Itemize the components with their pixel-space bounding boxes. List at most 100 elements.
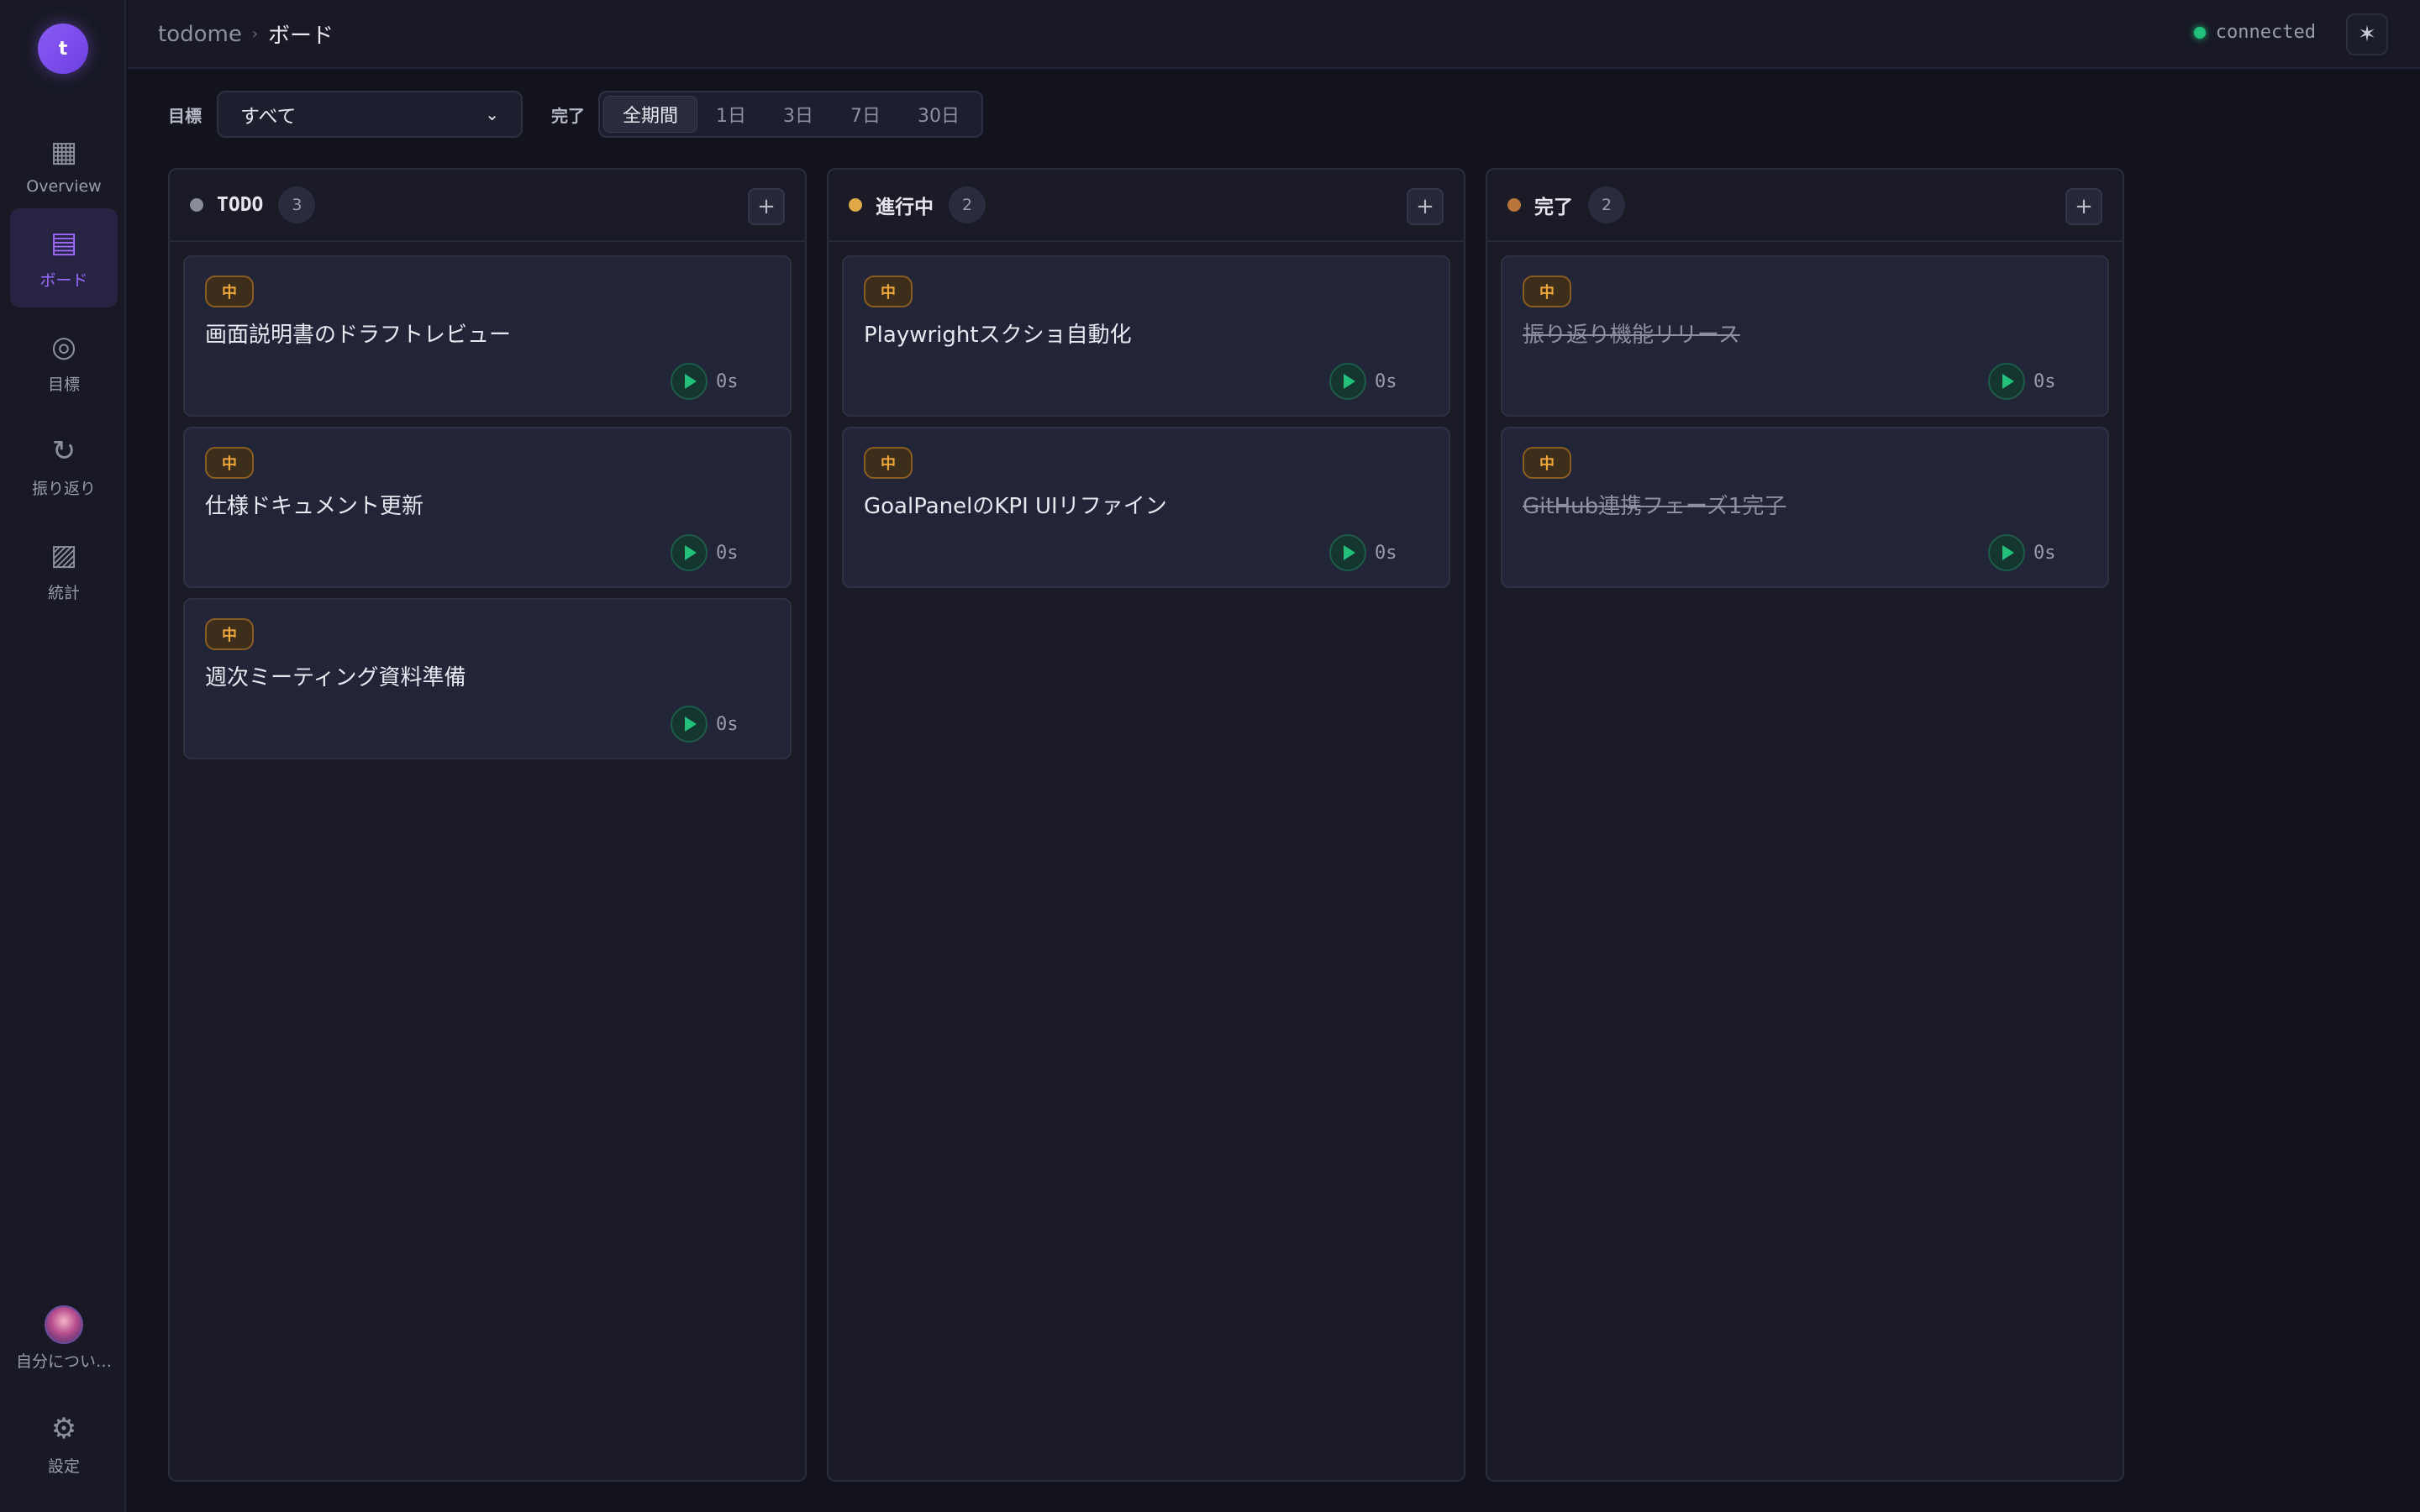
status-dot-icon — [2193, 26, 2206, 39]
elapsed-time: 0s — [2033, 542, 2056, 564]
sidebar-item-label: 統計 — [47, 583, 80, 602]
board-icon: ▤ — [50, 225, 78, 260]
stats-icon: ▨ — [50, 538, 78, 572]
refresh-icon: ↻ — [51, 433, 76, 468]
priority-badge: 中 — [864, 276, 913, 307]
task-card[interactable]: 中 画面説明書のドラフトレビュー 0s — [183, 255, 792, 417]
play-icon — [685, 374, 697, 389]
sidebar-item-label: Overview — [26, 177, 102, 196]
avatar — [45, 1305, 83, 1344]
elapsed-time: 0s — [716, 713, 739, 735]
column-count-badge: 3 — [278, 186, 316, 223]
elapsed-time: 0s — [2033, 370, 2056, 392]
task-timer: 0s — [1988, 363, 2056, 400]
sidebar: t ▦ Overview ▤ ボード ◎ 目標 ↻ 振り返り ▨ 統計 自分につ… — [0, 0, 126, 1512]
task-title: Playwrightスクショ自動化 — [864, 323, 1132, 348]
priority-badge: 中 — [205, 447, 254, 479]
goal-filter-value: すべて — [240, 106, 297, 128]
app-logo[interactable]: t — [38, 24, 88, 74]
play-button[interactable] — [1329, 534, 1366, 571]
task-title: GoalPanelのKPI UIリファイン — [864, 494, 1167, 519]
column-title: 完了 — [1534, 197, 1573, 218]
add-task-button[interactable]: + — [2065, 188, 2102, 225]
theme-toggle-button[interactable]: ✶ — [2346, 13, 2388, 55]
column-todo: TODO 3 + 中 画面説明書のドラフトレビュー 0s 中 仕様ドキュメント更… — [168, 168, 807, 1482]
column-status-dot-icon — [190, 198, 203, 212]
sun-icon: ✶ — [2358, 22, 2376, 47]
task-title: 週次ミーティング資料準備 — [205, 665, 466, 690]
goal-filter-select[interactable]: すべて ⌄ — [217, 91, 523, 138]
play-icon — [685, 545, 697, 560]
column-status-dot-icon — [1507, 198, 1521, 212]
task-card[interactable]: 中 振り返り機能リリース 0s — [1501, 255, 2109, 417]
task-card[interactable]: 中 週次ミーティング資料準備 0s — [183, 598, 792, 759]
play-button[interactable] — [1988, 363, 2025, 400]
goal-filter-label: 目標 — [168, 105, 202, 126]
breadcrumb: todome › ボード — [158, 18, 334, 50]
sidebar-item-label: 目標 — [47, 375, 80, 394]
period-option-all[interactable]: 全期間 — [603, 96, 698, 133]
task-timer: 0s — [671, 706, 739, 743]
period-option-1d[interactable]: 1日 — [697, 96, 765, 133]
play-button[interactable] — [1329, 363, 1366, 400]
play-button[interactable] — [671, 534, 708, 571]
play-button[interactable] — [1988, 534, 2025, 571]
play-icon — [2002, 545, 2014, 560]
task-card[interactable]: 中 GoalPanelのKPI UIリファイン 0s — [842, 427, 1450, 588]
sidebar-item-label: ボード — [39, 270, 88, 290]
period-option-3d[interactable]: 3日 — [765, 96, 832, 133]
priority-badge: 中 — [864, 447, 913, 479]
add-task-button[interactable]: + — [1407, 188, 1444, 225]
elapsed-time: 0s — [716, 542, 739, 564]
task-card[interactable]: 中 仕様ドキュメント更新 0s — [183, 427, 792, 588]
add-task-button[interactable]: + — [748, 188, 785, 225]
priority-badge: 中 — [205, 618, 254, 650]
play-icon — [2002, 374, 2014, 389]
task-card[interactable]: 中 Playwrightスクショ自動化 0s — [842, 255, 1450, 417]
column-title: 進行中 — [876, 197, 934, 218]
period-option-30d[interactable]: 30日 — [899, 96, 978, 133]
target-icon: ◎ — [51, 329, 76, 364]
breadcrumb-current: ボード — [268, 24, 334, 49]
play-icon — [1344, 374, 1355, 389]
plus-icon: + — [2075, 194, 2093, 219]
connection-status: connected — [2193, 22, 2316, 43]
sidebar-item-overview[interactable]: ▦ Overview — [10, 116, 118, 215]
column-count-badge: 2 — [949, 186, 986, 223]
priority-badge: 中 — [1523, 447, 1571, 479]
chevron-down-icon: ⌄ — [485, 104, 499, 124]
task-card[interactable]: 中 GitHub連携フェーズ1完了 0s — [1501, 427, 2109, 588]
gear-icon: ⚙ — [50, 1411, 77, 1446]
priority-badge: 中 — [1523, 276, 1571, 307]
sidebar-item-profile[interactable]: 自分につい… — [10, 1289, 118, 1388]
breadcrumb-separator: › — [251, 25, 259, 43]
period-option-7d[interactable]: 7日 — [832, 96, 899, 133]
task-title: 画面説明書のドラフトレビュー — [205, 323, 512, 348]
column-count-badge: 2 — [1588, 186, 1625, 223]
breadcrumb-root[interactable]: todome — [158, 22, 242, 47]
period-segmented-control: 全期間 1日 3日 7日 30日 — [598, 91, 984, 138]
done-filter-label: 完了 — [551, 105, 585, 126]
sidebar-item-retrospective[interactable]: ↻ 振り返り — [10, 417, 118, 516]
plus-icon: + — [1416, 194, 1434, 219]
column-header: 進行中 2 + — [829, 170, 1464, 242]
column-header: TODO 3 + — [170, 170, 805, 242]
sidebar-item-stats[interactable]: ▨ 統計 — [10, 521, 118, 620]
sidebar-item-label: 振り返り — [31, 479, 96, 498]
task-title: 振り返り機能リリース — [1523, 323, 1740, 348]
priority-badge: 中 — [205, 276, 254, 307]
column-title: TODO — [217, 194, 264, 216]
sidebar-item-settings[interactable]: ⚙ 設定 — [10, 1394, 118, 1494]
task-title: 仕様ドキュメント更新 — [205, 494, 424, 519]
elapsed-time: 0s — [716, 370, 739, 392]
task-timer: 0s — [1329, 534, 1397, 571]
play-icon — [1344, 545, 1355, 560]
sidebar-item-goals[interactable]: ◎ 目標 — [10, 312, 118, 412]
column-header: 完了 2 + — [1487, 170, 2123, 242]
connection-status-label: connected — [2215, 22, 2316, 43]
play-button[interactable] — [671, 706, 708, 743]
overview-icon: ▦ — [50, 135, 78, 169]
sidebar-item-board[interactable]: ▤ ボード — [10, 208, 118, 307]
play-button[interactable] — [671, 363, 708, 400]
plus-icon: + — [757, 194, 776, 219]
